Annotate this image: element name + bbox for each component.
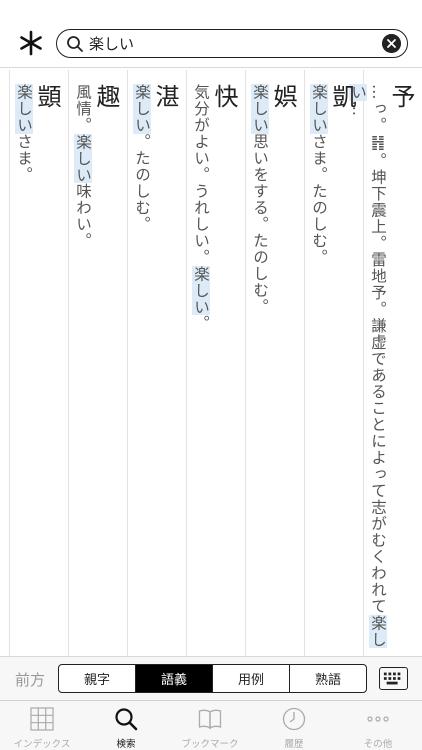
search-mode-bar: 前方 親字 語義 用例 熟語 xyxy=(0,656,422,700)
book-icon xyxy=(198,709,222,730)
keyboard-icon[interactable] xyxy=(379,667,408,690)
tab-label: 検索 xyxy=(116,739,136,750)
tab-label: インデックス xyxy=(13,739,71,750)
result-entry[interactable]: 快 気分がよい。うれしい。楽しい。 xyxy=(187,84,245,656)
clock-icon xyxy=(282,707,306,731)
result-entry[interactable]: 凱 楽しいさま。たのしむ。 xyxy=(305,84,363,656)
tab-more[interactable]: その他 xyxy=(336,701,420,750)
result-entry[interactable]: 娯 楽しい思いをする。たのしむ。 xyxy=(246,84,304,656)
entry-headword: 娯 xyxy=(269,84,297,108)
entry-headword: 趣 xyxy=(92,84,120,108)
result-entry[interactable]: 顗 楽しいさま。 xyxy=(10,84,68,656)
prev-match-button[interactable]: 前方 xyxy=(15,669,45,690)
search-icon xyxy=(115,708,138,731)
entry-definition: 楽しい思いをする。たのしむ。 xyxy=(251,84,269,315)
search-input[interactable] xyxy=(89,33,369,54)
entry-definition: 楽しいさま。 xyxy=(15,84,33,183)
result-entry[interactable]: 予 …っ。䷏。坤下震上。雷地予。謙虚であることによって志がむくわれて楽しい… xyxy=(349,84,422,656)
tab-index[interactable]: インデックス xyxy=(0,701,84,750)
result-entry[interactable]: 趣 風情。楽しい味わい。 xyxy=(69,84,127,656)
asterisk-icon[interactable] xyxy=(17,29,45,57)
grid-icon xyxy=(30,707,54,731)
segment-oyaji[interactable]: 親字 xyxy=(59,665,136,692)
search-bar[interactable] xyxy=(56,29,408,58)
entry-definition: 風情。楽しい味わい。 xyxy=(74,84,92,249)
entry-definition: 楽しいさま。たのしむ。 xyxy=(310,84,328,266)
search-icon xyxy=(67,36,83,52)
tab-label: ブックマーク xyxy=(181,739,239,750)
header xyxy=(0,0,422,68)
search-mode-segmented-control: 親字 語義 用例 熟語 xyxy=(58,664,367,693)
segment-gogi[interactable]: 語義 xyxy=(136,665,213,692)
tab-label: その他 xyxy=(363,739,393,750)
entry-definition: 楽しい。たのしむ。 xyxy=(133,84,151,233)
clear-icon[interactable] xyxy=(382,34,401,53)
entry-definition: 気分がよい。うれしい。楽しい。 xyxy=(192,84,210,332)
result-entry[interactable]: 湛 楽しい。たのしむ。 xyxy=(128,84,186,656)
entry-headword: 凱 xyxy=(328,84,356,108)
entry-headword: 快 xyxy=(210,84,238,108)
entry-headword: 予 xyxy=(387,84,415,108)
segment-yorei[interactable]: 用例 xyxy=(213,665,290,692)
segment-jukugo[interactable]: 熟語 xyxy=(290,665,366,692)
tab-search[interactable]: 検索 xyxy=(84,701,168,750)
results-area: 予 …っ。䷏。坤下震上。雷地予。謙虚であることによって志がむくわれて楽しい… 凱… xyxy=(0,70,422,656)
tab-label: 履歴 xyxy=(284,739,304,750)
tab-bar: インデックス 検索 ブックマーク 履歴 その他 xyxy=(0,700,422,750)
entry-headword: 顗 xyxy=(33,84,61,108)
tab-bookmark[interactable]: ブックマーク xyxy=(168,701,252,750)
tab-history[interactable]: 履歴 xyxy=(252,701,336,750)
more-icon xyxy=(367,716,389,722)
entry-headword: 湛 xyxy=(151,84,179,108)
